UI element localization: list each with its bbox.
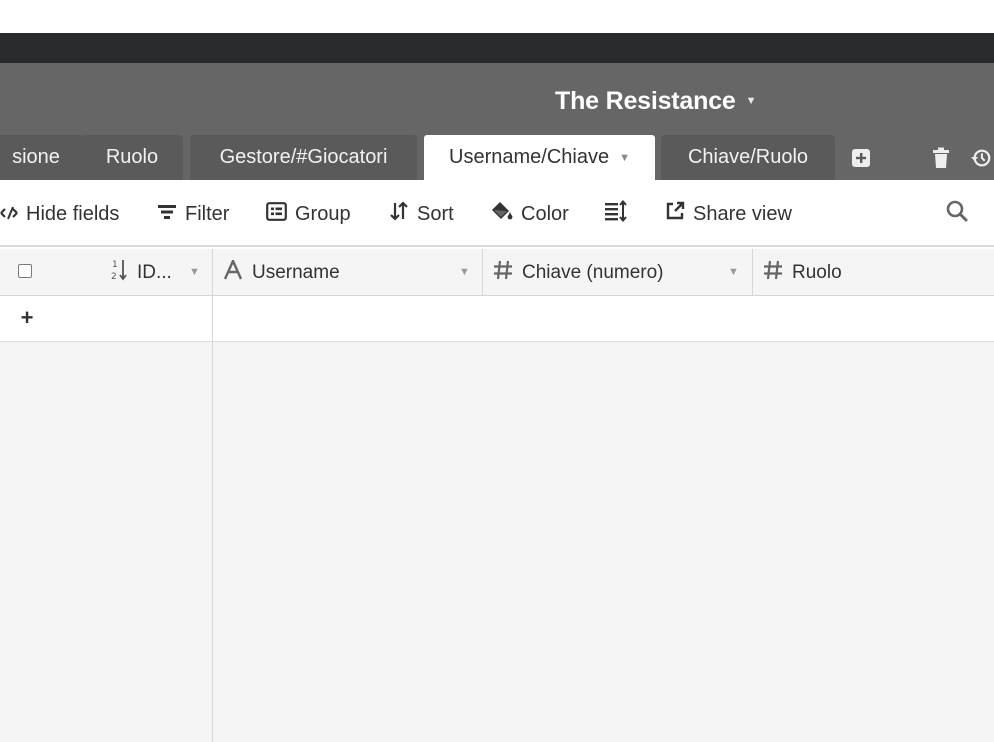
column-header-ruolo[interactable]: Ruolo bbox=[763, 258, 842, 288]
tab-label: Ruolo bbox=[105, 146, 159, 168]
svg-text:2: 2 bbox=[111, 272, 117, 282]
trash-icon[interactable] bbox=[930, 146, 952, 170]
paint-bucket-icon bbox=[491, 201, 521, 227]
number-field-icon bbox=[493, 260, 513, 286]
share-view-label: Share view bbox=[693, 202, 792, 225]
tab-label: sione bbox=[12, 146, 60, 168]
tab-chiave-ruolo[interactable]: Chiave/Ruolo bbox=[661, 135, 835, 180]
column-divider bbox=[482, 249, 483, 296]
column-divider bbox=[752, 249, 753, 296]
search-icon bbox=[946, 200, 976, 228]
search-button[interactable] bbox=[946, 200, 976, 228]
base-title-dropdown[interactable]: The Resistance ▼ bbox=[555, 84, 757, 118]
share-external-icon bbox=[665, 201, 693, 227]
tab-label: Chiave/Ruolo bbox=[687, 146, 809, 168]
tab-gestore-giocatori[interactable]: Gestore/#Giocatori bbox=[190, 135, 417, 180]
grid-empty-area bbox=[0, 342, 994, 742]
page-top-strip bbox=[0, 0, 994, 33]
text-field-icon bbox=[223, 258, 243, 286]
filter-button[interactable]: Filter bbox=[157, 200, 229, 228]
tab-username-chiave[interactable]: Username/Chiave ▼ bbox=[424, 135, 655, 180]
hide-fields-icon bbox=[0, 203, 26, 226]
column-header-id[interactable]: 12 ID... bbox=[111, 258, 172, 288]
autonumber-icon: 12 bbox=[111, 258, 129, 288]
add-record-row[interactable] bbox=[0, 296, 994, 342]
column-header-chiave[interactable]: Chiave (numero) bbox=[493, 258, 664, 288]
group-label: Group bbox=[295, 202, 351, 225]
column-header-label: ID... bbox=[137, 262, 172, 283]
caret-down-icon[interactable]: ▼ bbox=[459, 266, 470, 278]
caret-down-icon[interactable]: ▼ bbox=[189, 266, 200, 278]
hide-fields-button[interactable]: Hide fields bbox=[0, 200, 119, 228]
add-table-icon[interactable] bbox=[850, 146, 872, 170]
color-label: Color bbox=[521, 202, 569, 225]
history-icon[interactable] bbox=[970, 146, 992, 170]
column-header-username[interactable]: Username bbox=[223, 258, 340, 288]
frozen-column-divider[interactable] bbox=[212, 249, 213, 742]
svg-text:1: 1 bbox=[112, 260, 118, 270]
caret-down-icon[interactable]: ▼ bbox=[728, 266, 739, 278]
sort-label: Sort bbox=[417, 202, 454, 225]
tab-label: Gestore/#Giocatori bbox=[219, 146, 388, 168]
select-all-checkbox[interactable] bbox=[18, 264, 32, 278]
add-record-button[interactable]: + bbox=[16, 305, 38, 331]
tab-ruolo[interactable]: Ruolo bbox=[81, 135, 183, 180]
share-view-button[interactable]: Share view bbox=[665, 200, 792, 228]
app-top-bar bbox=[0, 33, 994, 63]
tab-label: Username/Chiave bbox=[449, 146, 610, 168]
color-button[interactable]: Color bbox=[491, 200, 569, 228]
sort-button[interactable]: Sort bbox=[389, 200, 454, 228]
group-icon bbox=[266, 201, 295, 227]
base-title: The Resistance bbox=[555, 86, 736, 115]
filter-label: Filter bbox=[185, 202, 230, 225]
caret-down-icon: ▼ bbox=[745, 95, 757, 107]
number-field-icon bbox=[763, 260, 783, 286]
row-height-icon bbox=[604, 199, 636, 228]
filter-icon bbox=[157, 203, 185, 226]
hide-fields-label: Hide fields bbox=[26, 202, 120, 225]
group-button[interactable]: Group bbox=[266, 200, 351, 228]
row-height-button[interactable] bbox=[604, 199, 636, 228]
column-header-label: Chiave (numero) bbox=[522, 262, 664, 283]
sort-icon bbox=[389, 201, 417, 227]
tab-sessione[interactable]: sione bbox=[0, 135, 82, 180]
caret-down-icon[interactable]: ▼ bbox=[619, 152, 630, 164]
column-header-label: Ruolo bbox=[792, 262, 842, 283]
column-header-label: Username bbox=[252, 262, 340, 283]
